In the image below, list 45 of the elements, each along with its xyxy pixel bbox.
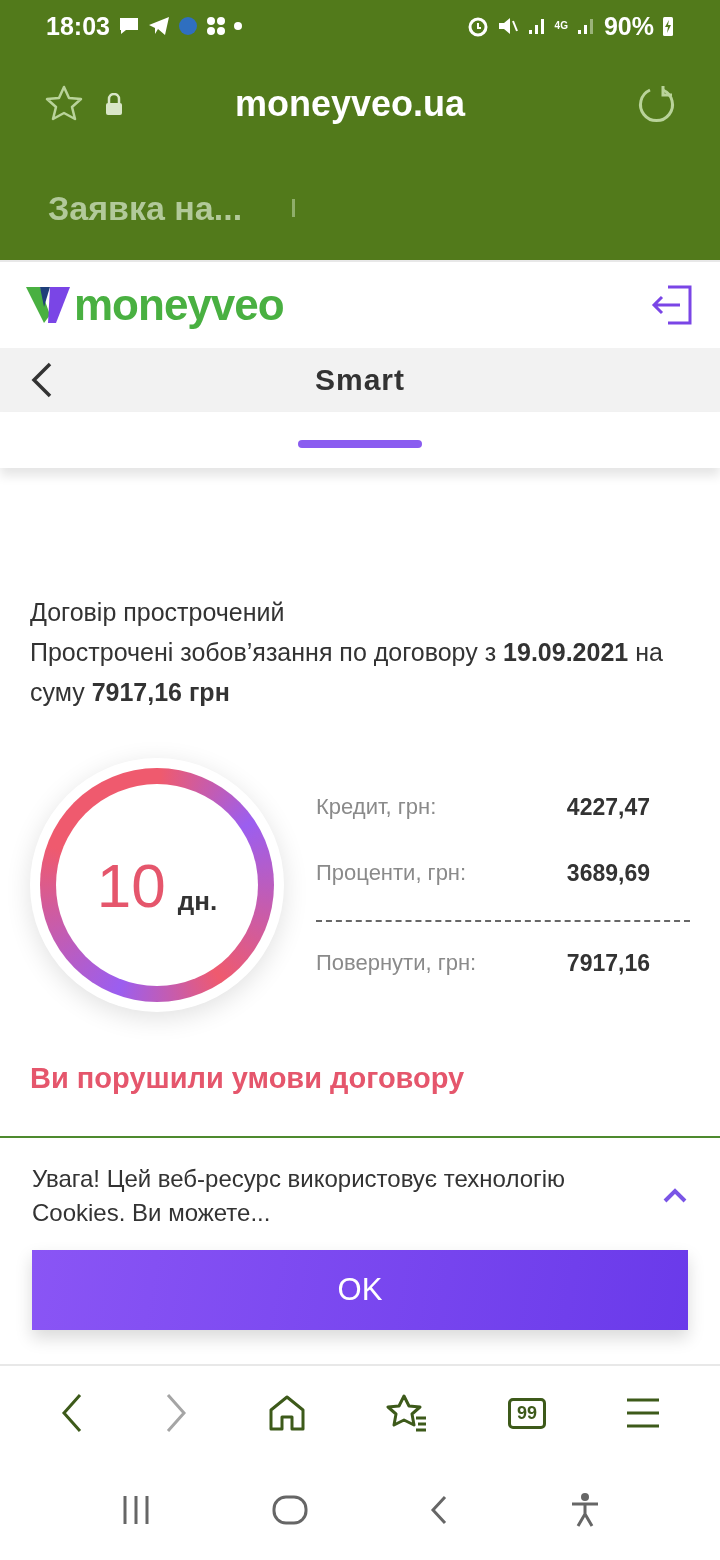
amount-value: 3689,69: [566, 859, 650, 887]
tab-title[interactable]: Заявка на...: [48, 188, 243, 228]
dot-icon: [233, 22, 242, 30]
battery-percent: 90%: [603, 11, 654, 41]
logo-mark-icon: [26, 287, 70, 323]
amount-label: Кредит, грн:: [316, 794, 437, 820]
alarm-icon: [466, 15, 489, 37]
network-label: 4G: [554, 21, 568, 31]
home-icon[interactable]: [267, 1395, 306, 1431]
signal-icon: [575, 16, 596, 36]
warning-heading: Ви порушили умови договору: [30, 1062, 466, 1095]
contract-status: Договір прострочений: [30, 597, 286, 628]
circle-icon: [177, 16, 198, 36]
accessibility-icon[interactable]: [569, 1493, 600, 1527]
amount-label: Проценти, грн:: [316, 860, 467, 886]
signal-icon: [526, 16, 547, 36]
back-icon[interactable]: [30, 362, 54, 398]
cookie-text: Увага! Цей веб-ресурс використовує технологію Cookies. Ви можете...: [32, 1164, 567, 1228]
contract-details: Прострочені зобов’язання по договору з 19.09.2021 на суму 7917,16 грн: [30, 637, 664, 708]
battery-icon: [662, 15, 674, 37]
message-icon: [117, 16, 140, 36]
logout-icon[interactable]: [650, 283, 694, 327]
ok-button[interactable]: OK: [32, 1250, 688, 1330]
lock-icon: [104, 93, 124, 115]
apps-icon: [205, 16, 226, 36]
bookmarks-icon[interactable]: [385, 1394, 428, 1432]
chevron-up-icon[interactable]: [662, 1188, 688, 1204]
url-text[interactable]: moneyveo.ua: [144, 83, 556, 125]
days-unit: дн.: [177, 885, 218, 917]
tabs-button[interactable]: 99: [507, 1397, 546, 1429]
amount-label: Повернути, грн:: [316, 950, 477, 976]
page-title: Smart: [314, 363, 405, 397]
back-icon[interactable]: [428, 1495, 449, 1525]
days-count: 10: [96, 849, 166, 921]
tab-divider: [292, 199, 296, 217]
back-icon[interactable]: [60, 1393, 84, 1433]
mute-icon: [496, 15, 519, 37]
logo-text[interactable]: moneyveo: [74, 280, 284, 330]
home-icon[interactable]: [271, 1495, 308, 1525]
amount-value: 4227,47: [566, 793, 650, 821]
paper-plane-icon: [147, 16, 170, 36]
reload-icon[interactable]: [636, 84, 676, 124]
menu-icon[interactable]: [625, 1398, 660, 1428]
amount-value: 7917,16: [566, 949, 650, 977]
status-time: 18:03: [46, 11, 110, 41]
